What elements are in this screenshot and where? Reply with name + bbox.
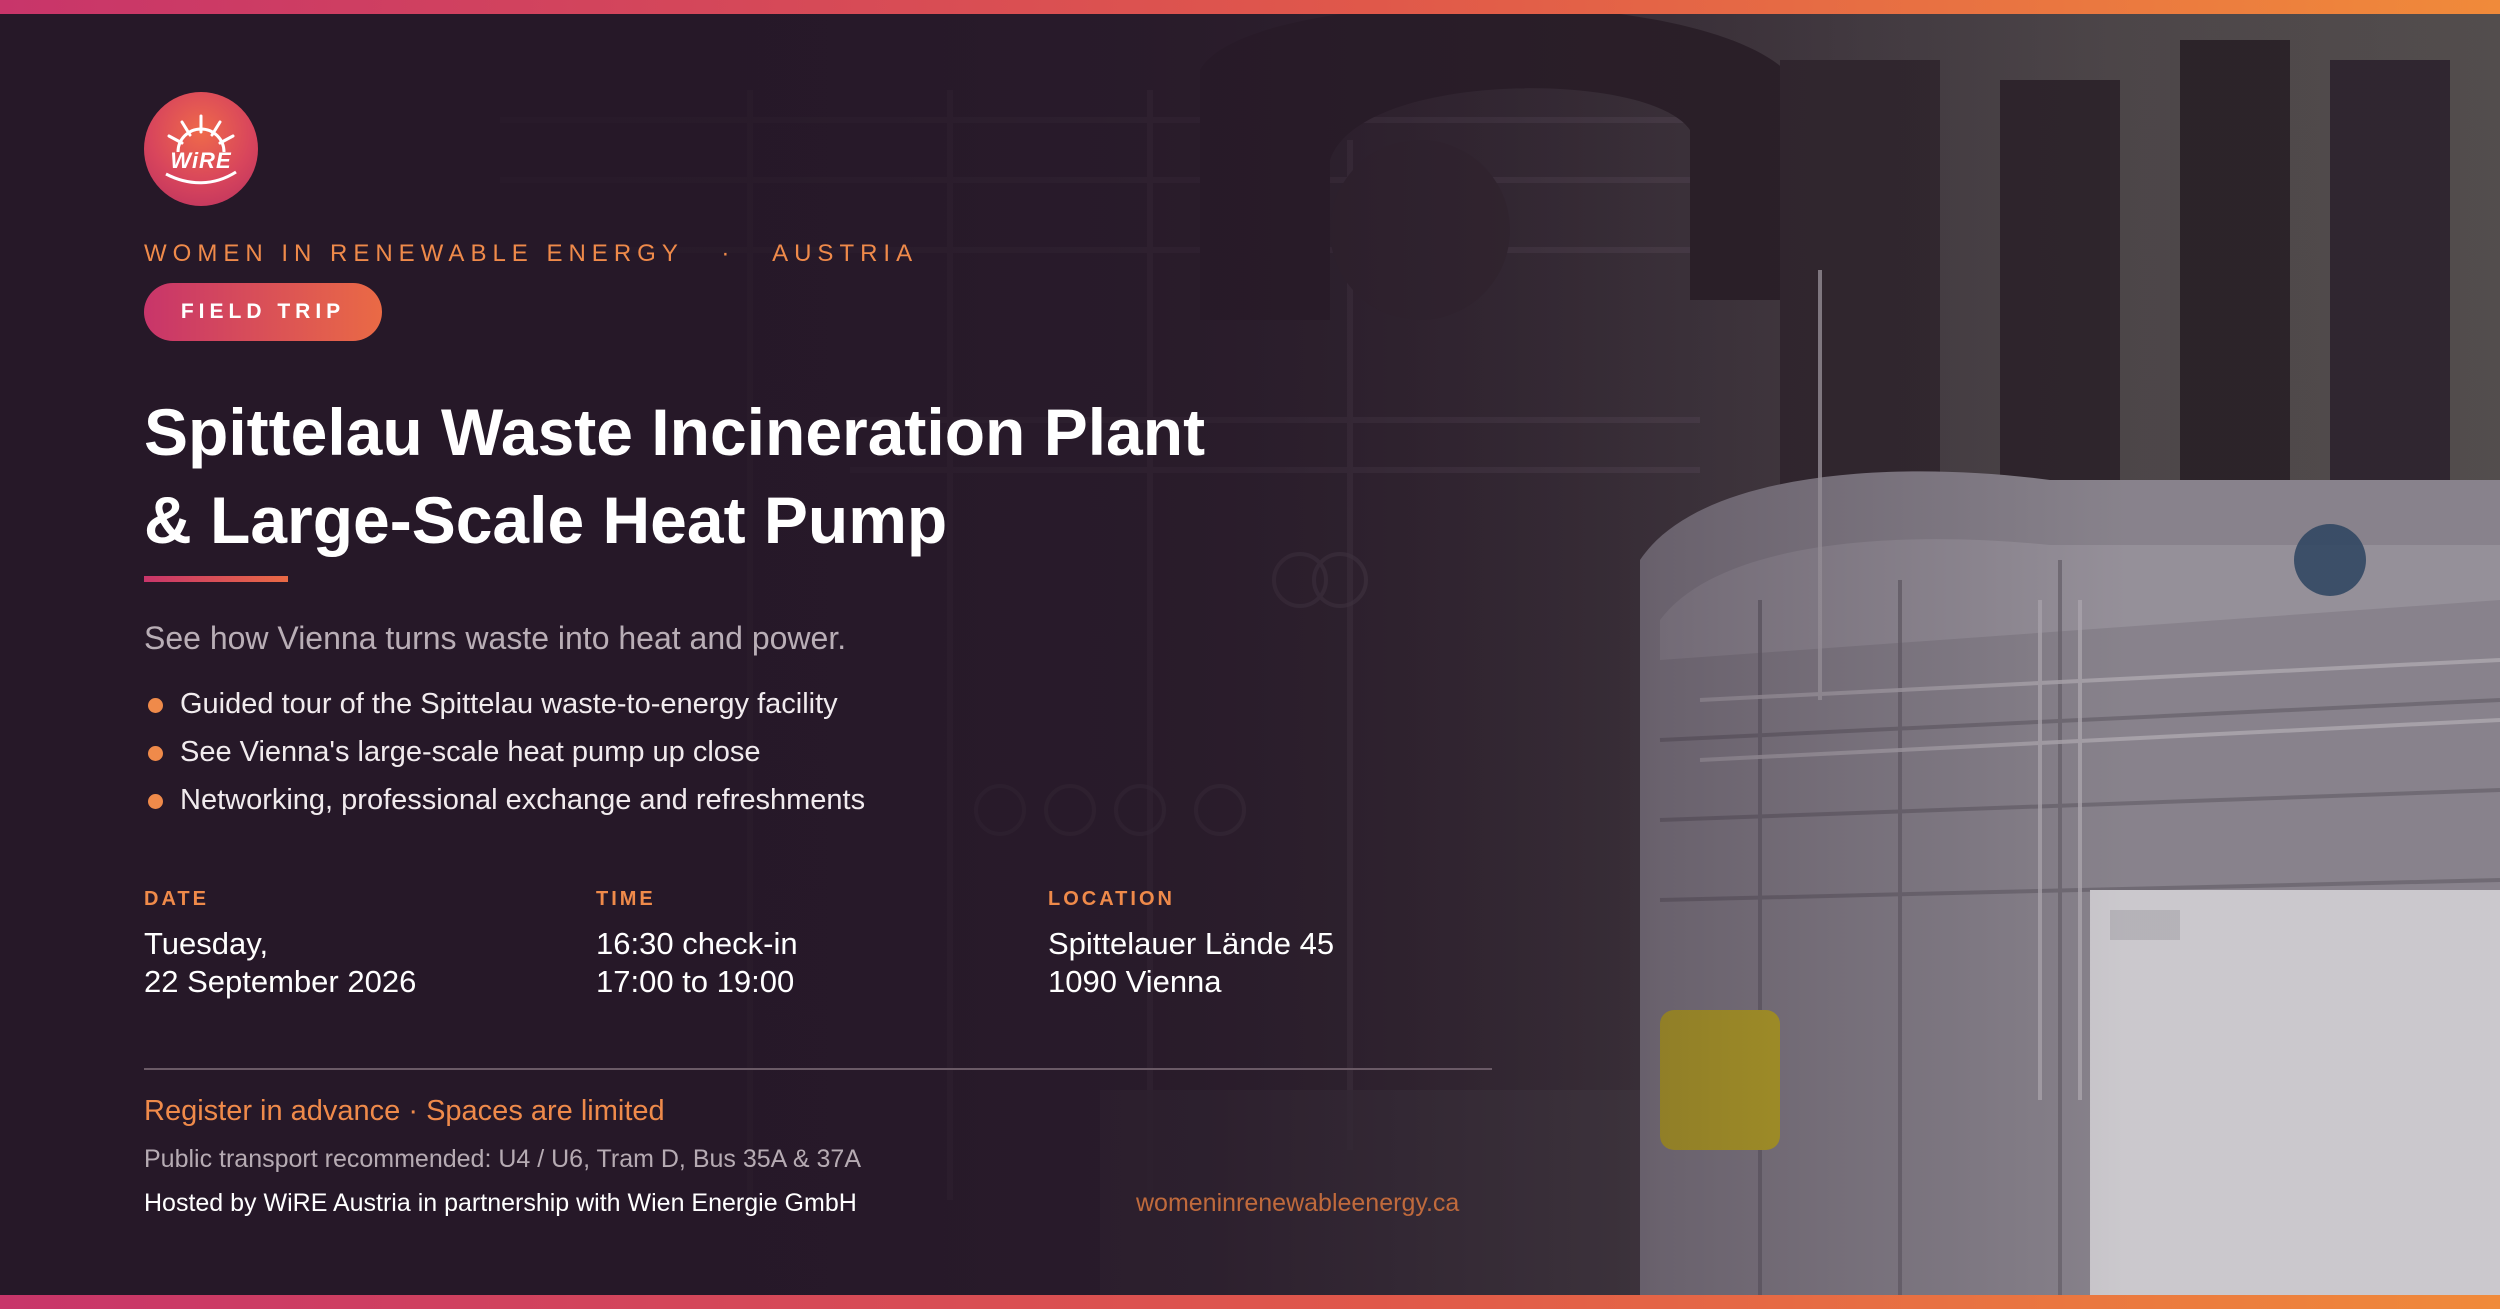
date-full: 22 September 2026: [144, 964, 417, 999]
logo-wordmark: WiRE: [170, 148, 232, 173]
date-value: Tuesday, 22 September 2026: [144, 925, 416, 1001]
check-in-time: 16:30 check-in: [596, 926, 798, 961]
bullet-dot-icon: [148, 794, 163, 809]
event-title: Spittelau Waste Incineration Plant & Lar…: [144, 388, 1444, 564]
organization-region: AUSTRIA: [772, 240, 919, 267]
highlight-item: Guided tour of the Spittelau waste-to-en…: [144, 684, 865, 732]
website-link[interactable]: womeninrenewableenergy.ca: [1136, 1189, 1459, 1218]
bullet-dot-icon: [148, 746, 163, 761]
host-note: Hosted by WiRE Austria in partnership wi…: [144, 1189, 857, 1217]
time-value: 16:30 check-in 17:00 to 19:00: [596, 925, 798, 1001]
time-label: TIME: [596, 888, 656, 910]
event-title-line-1: Spittelau Waste Incineration Plant: [144, 395, 1206, 469]
event-time-range: 17:00 to 19:00: [596, 964, 795, 999]
event-title-line-2: & Large-Scale Heat Pump: [144, 483, 948, 557]
bottom-gradient-bar: [0, 1295, 2500, 1309]
footer-divider: [144, 1068, 1492, 1070]
date-label: DATE: [144, 888, 209, 910]
event-type-badge: FIELD TRIP: [144, 283, 382, 341]
registration-note: Register in advance · Spaces are limited: [144, 1095, 665, 1127]
wire-logo: WiRE: [144, 92, 258, 206]
location-city: 1090 Vienna: [1048, 964, 1222, 999]
flyer: WiRE WOMEN IN RENEWABLE ENERGY · AUSTRIA…: [0, 0, 2500, 1309]
location-block: LOCATION Spittelauer Lände 45 1090 Vienn…: [1048, 888, 1334, 1001]
bullet-dot-icon: [148, 698, 163, 713]
separator-dot: ·: [721, 240, 736, 267]
time-block: TIME 16:30 check-in 17:00 to 19:00: [596, 888, 798, 1001]
highlight-item: See Vienna's large-scale heat pump up cl…: [144, 732, 865, 780]
highlight-text: Networking, professional exchange and re…: [180, 784, 866, 816]
highlight-text: See Vienna's large-scale heat pump up cl…: [180, 736, 761, 768]
date-weekday: Tuesday,: [144, 926, 269, 961]
highlight-text: Guided tour of the Spittelau waste-to-en…: [180, 688, 838, 720]
title-accent-line: [144, 576, 288, 582]
top-gradient-bar: [0, 0, 2500, 14]
highlights-list: Guided tour of the Spittelau waste-to-en…: [144, 684, 865, 828]
organization-line: WOMEN IN RENEWABLE ENERGY · AUSTRIA: [144, 240, 918, 268]
location-street: Spittelauer Lände 45: [1048, 926, 1335, 961]
location-value: Spittelauer Lände 45 1090 Vienna: [1048, 925, 1334, 1001]
event-tagline: See how Vienna turns waste into heat and…: [144, 620, 847, 656]
organization-name: WOMEN IN RENEWABLE ENERGY: [144, 240, 684, 267]
location-label: LOCATION: [1048, 888, 1175, 910]
transport-note: Public transport recommended: U4 / U6, T…: [144, 1145, 861, 1173]
highlight-item: Networking, professional exchange and re…: [144, 780, 865, 828]
date-block: DATE Tuesday, 22 September 2026: [144, 888, 416, 1001]
